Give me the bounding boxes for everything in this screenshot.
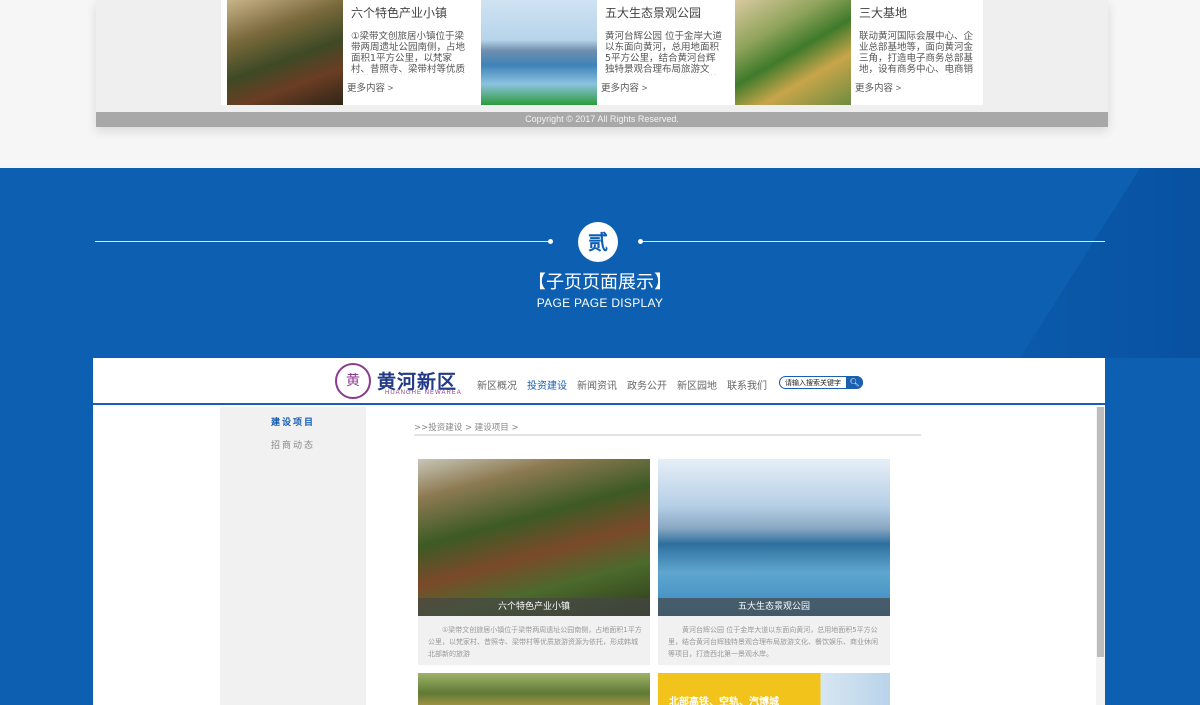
section-subtitle: PAGE PAGE DISPLAY [536,296,664,310]
nav-item-garden[interactable]: 新区园地 [677,377,717,392]
more-link[interactable]: 更多内容 > [347,80,393,94]
project-card-towns[interactable]: 六个特色产业小镇 ①梁带文创旅居小镇位于梁带两周遗址公园南侧，占地面积1平方公里… [418,459,650,665]
project-image [658,459,890,616]
logo-english: HUANGHE NEWAREA [385,390,462,396]
project-caption: 五大生态景观公园 [658,598,890,616]
more-link[interactable]: 更多内容 > [601,80,647,94]
card-text: 联动黄河国际会展中心、企业总部基地等，面向黄河金三角，打造电子商务总部基地，设有… [859,31,974,75]
breadcrumb-divider [414,434,921,436]
card-body: 三大基地 联动黄河国际会展中心、企业总部基地等，面向黄河金三角，打造电子商务总部… [851,0,983,105]
sidebar-item-investment-news[interactable]: 招商动态 [220,438,366,451]
copyright-bar: Copyright © 2017 All Rights Reserved. [96,112,1108,127]
card-body: 五大生态景观公园 黄河台辉公园 位于金岸大道以东面向黄河，总用地面积5平方公里，… [597,0,729,105]
project-card-next[interactable] [418,673,650,705]
project-description: 黄河台辉公园 位于金岸大道以东面向黄河，总用地面积5平方公里，结合黄河台辉独特景… [668,626,878,658]
scrollbar-thumb[interactable] [1097,407,1104,657]
project-label: 北部高铁、空轨、汽博城 [669,697,779,705]
card-text: 黄河台辉公园 位于金岸大道以东面向黄河，总用地面积5平方公里，结合黄河台辉独特景… [605,31,723,75]
towns-image [227,0,343,105]
scrollbar[interactable] [1096,407,1105,705]
feature-card-parks[interactable]: 五大生态景观公园 黄河台辉公园 位于金岸大道以东面向黄河，总用地面积5平方公里，… [475,0,729,105]
page-body: 建设项目 招商动态 >>投资建设 > 建设项目 > 六个特色产业小镇 ①梁带文创… [93,407,1105,705]
card-title: 六个特色产业小镇 [351,6,448,20]
search-icon[interactable]: 🔍︎ [846,376,863,389]
logo-icon[interactable]: 黄 [335,363,371,399]
subpage-section: 贰 【子页页面展示】 PAGE PAGE DISPLAY 黄 黄河新区 HUAN… [0,168,1200,705]
feature-cards-row: 六个特色产业小镇 ①梁带文创旅居小镇位于梁带两周遗址公园南侧，占地面积1平方公里… [221,0,983,105]
section-number-badge: 贰 [578,222,618,262]
project-card-parks[interactable]: 五大生态景观公园 黄河台辉公园 位于金岸大道以东面向黄河，总用地面积5平方公里，… [658,459,890,665]
subpage-preview: 黄 黄河新区 HUANGHE NEWAREA 新区概况 投资建设 新闻资讯 政务… [93,358,1105,705]
nav-item-investment[interactable]: 投资建设 [527,377,567,392]
feature-card-towns[interactable]: 六个特色产业小镇 ①梁带文创旅居小镇位于梁带两周遗址公园南侧，占地面积1平方公里… [221,0,475,105]
parks-image [481,0,597,105]
section-title: 【子页页面展示】 [528,272,672,292]
card-title: 五大生态景观公园 [605,6,702,20]
divider-right [640,241,1105,242]
project-description: ①梁带文创旅居小镇位于梁带两周遗址公园南侧，占地面积1平方公里，以梵家村、昔照寺… [428,626,642,658]
card-text: ①梁带文创旅居小镇位于梁带两周遗址公园南侧，占地面积1平方公里，以梵家村、昔照寺… [351,31,466,75]
sidebar-item-projects[interactable]: 建设项目 [220,415,366,428]
divider-dot-left [548,239,553,244]
bases-image [735,0,851,105]
divider-left [95,241,550,242]
main-nav: 新区概况 投资建设 新闻资讯 政务公开 新区园地 联系我们 [477,377,767,392]
breadcrumb[interactable]: >>投资建设 > 建设项目 > [414,421,519,433]
previous-section: 六个特色产业小镇 ①梁带文创旅居小镇位于梁带两周遗址公园南侧，占地面积1平方公里… [0,0,1200,168]
project-card-transport[interactable]: 北部高铁、空轨、汽博城 [658,673,890,705]
search-input[interactable]: 请输入搜索关键字 [785,378,841,388]
nav-item-news[interactable]: 新闻资讯 [577,377,617,392]
more-link[interactable]: 更多内容 > [855,80,901,94]
nav-item-overview[interactable]: 新区概况 [477,377,517,392]
card-title: 三大基地 [859,6,908,20]
project-image [418,459,650,616]
search-box[interactable]: 请输入搜索关键字 🔍︎ [779,376,863,389]
card-body: 六个特色产业小镇 ①梁带文创旅居小镇位于梁带两周遗址公园南侧，占地面积1平方公里… [343,0,475,105]
site-header: 黄 黄河新区 HUANGHE NEWAREA 新区概况 投资建设 新闻资讯 政务… [93,358,1105,405]
project-caption: 六个特色产业小镇 [418,598,650,616]
sidebar: 建设项目 招商动态 [220,407,366,705]
nav-item-government[interactable]: 政务公开 [627,377,667,392]
nav-item-contact[interactable]: 联系我们 [727,377,767,392]
homepage-preview-frame: 六个特色产业小镇 ①梁带文创旅居小镇位于梁带两周遗址公园南侧，占地面积1平方公里… [96,0,1108,127]
feature-card-bases[interactable]: 三大基地 联动黄河国际会展中心、企业总部基地等，面向黄河金三角，打造电子商务总部… [729,0,983,105]
